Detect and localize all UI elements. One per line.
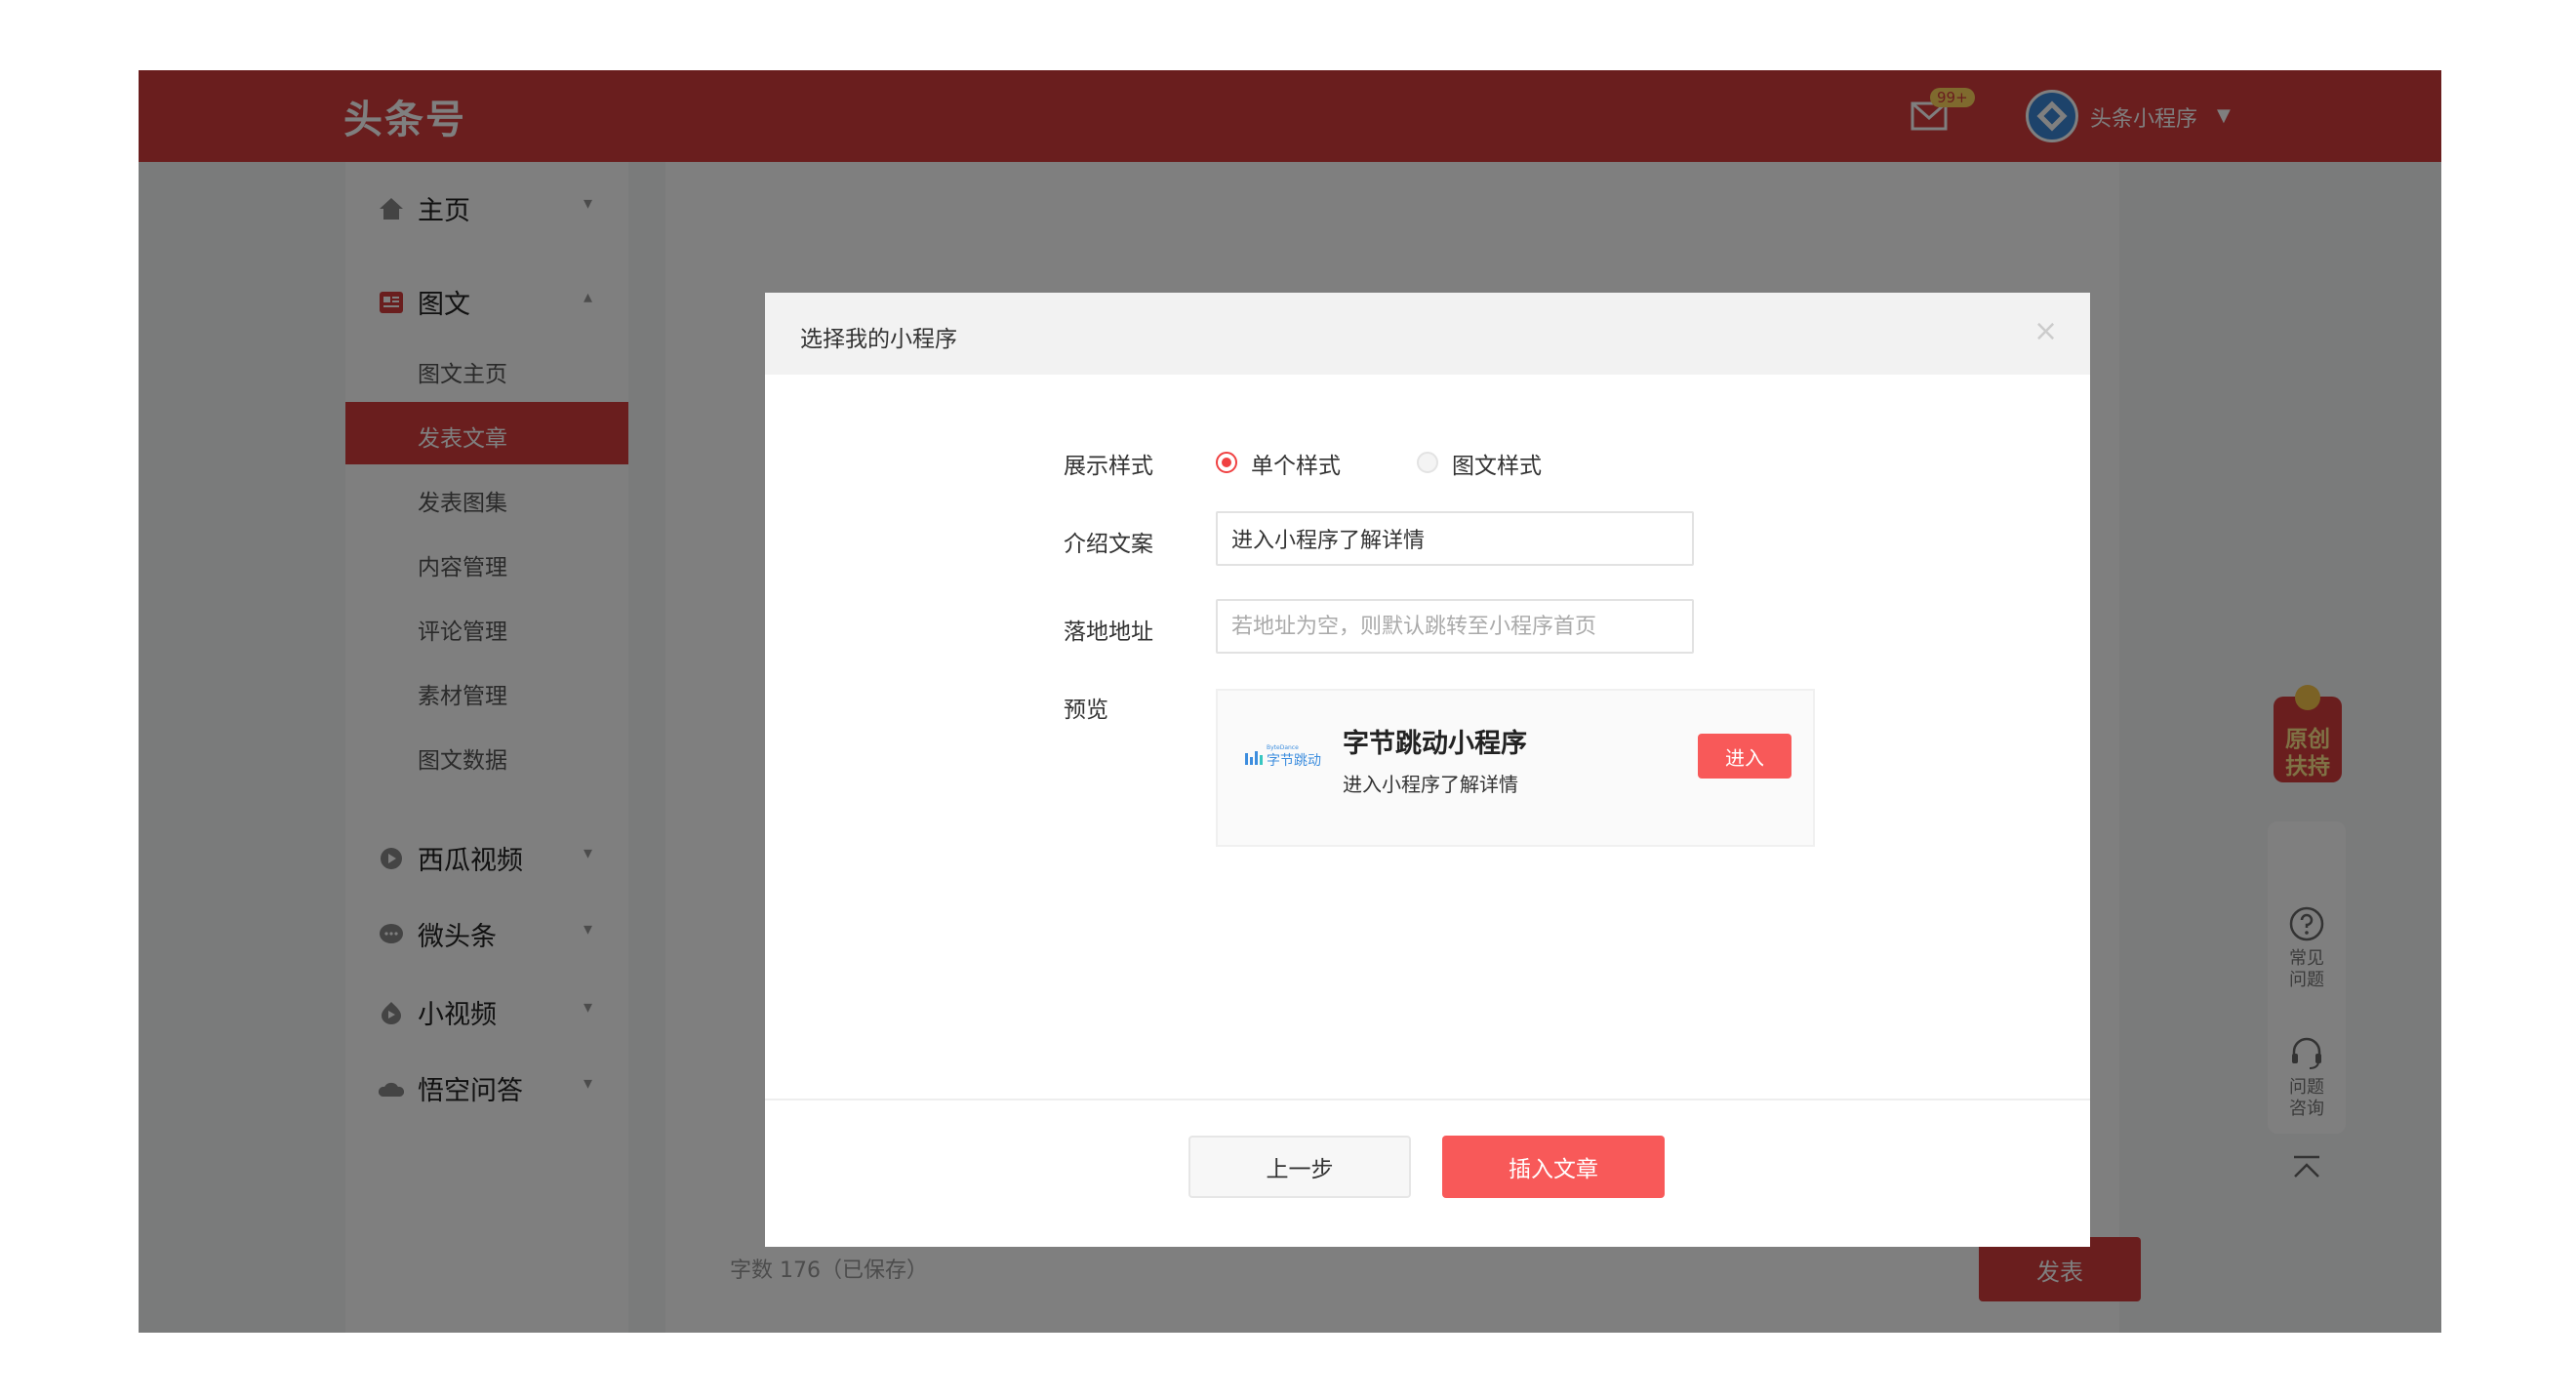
mini-program-desc: 进入小程序了解详情 [1343,773,1518,796]
bytedance-logo-icon: ByteDance 字节跳动 [1245,744,1321,769]
modal-divider [765,1099,2090,1100]
radio-graphic-style[interactable] [1417,452,1438,473]
enter-button[interactable]: 进入 [1698,734,1791,779]
intro-text-label: 介绍文案 [1064,532,1153,557]
app-window: 头条号 99+ 头条小程序 ▼ 主页 ▾ 图文 ▴ [139,70,2441,1333]
previous-step-button[interactable]: 上一步 [1188,1136,1411,1198]
logo-small-text: ByteDance [1267,744,1299,751]
mini-program-name: 字节跳动小程序 [1343,729,1527,759]
radio-single-style[interactable] [1216,452,1237,473]
intro-text-input[interactable] [1216,511,1694,566]
select-mini-program-modal: 选择我的小程序 × 展示样式 单个样式 图文样式 介绍文案 落地地址 预览 By… [765,293,2090,1247]
landing-url-label: 落地地址 [1064,620,1153,645]
display-style-label: 展示样式 [1064,454,1153,479]
mini-program-preview-card: ByteDance 字节跳动 字节跳动小程序 进入小程序了解详情 进入 [1216,689,1815,847]
close-icon[interactable]: × [2033,314,2058,348]
landing-url-input[interactable] [1216,599,1694,654]
radio-single-style-label[interactable]: 单个样式 [1251,447,1341,480]
preview-label: 预览 [1064,698,1108,723]
logo-text: 字节跳动 [1267,753,1321,769]
modal-header: 选择我的小程序 × [765,293,2090,375]
insert-article-button[interactable]: 插入文章 [1442,1136,1665,1198]
modal-title: 选择我的小程序 [800,327,957,352]
radio-graphic-style-label[interactable]: 图文样式 [1452,447,1542,480]
